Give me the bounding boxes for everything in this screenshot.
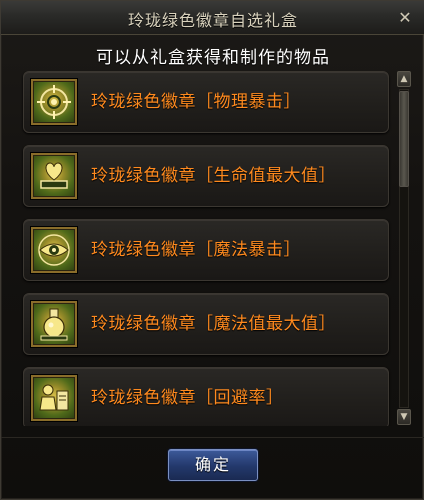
item-label: 玲珑绿色徽章［物理暴击］ bbox=[91, 92, 301, 112]
chevron-down-icon: ▼ bbox=[400, 412, 408, 422]
list-item[interactable]: 玲珑绿色徽章［物理暴击］ bbox=[23, 71, 389, 133]
scroll-up-button[interactable]: ▲ bbox=[397, 71, 411, 87]
confirm-button[interactable]: 确定 bbox=[168, 449, 258, 481]
close-button[interactable]: ✕ bbox=[395, 8, 415, 28]
list-item[interactable]: 玲珑绿色徽章［回避率］ bbox=[23, 367, 389, 426]
list-item[interactable]: 玲珑绿色徽章［魔法值最大值］ bbox=[23, 293, 389, 355]
gift-box-dialog: 玲珑绿色徽章自选礼盒 ✕ 可以从礼盒获得和制作的物品 玲珑绿色徽章［物理暴击］ bbox=[0, 0, 424, 500]
item-label: 玲珑绿色徽章［魔法暴击］ bbox=[91, 240, 301, 260]
figures-icon bbox=[31, 375, 77, 421]
scroll-thumb[interactable] bbox=[399, 91, 409, 187]
eye-icon bbox=[31, 227, 77, 273]
item-label: 玲珑绿色徽章［回避率］ bbox=[91, 388, 284, 408]
divider bbox=[1, 437, 424, 438]
scroll-down-button[interactable]: ▼ bbox=[397, 409, 411, 425]
heart-icon bbox=[31, 153, 77, 199]
chevron-up-icon: ▲ bbox=[400, 74, 408, 84]
scrollbar[interactable]: ▲ ▼ bbox=[395, 71, 413, 426]
potion-icon bbox=[31, 301, 77, 347]
list-item[interactable]: 玲珑绿色徽章［魔法暴击］ bbox=[23, 219, 389, 281]
list-item[interactable]: 玲珑绿色徽章［生命值最大值］ bbox=[23, 145, 389, 207]
item-list: 玲珑绿色徽章［物理暴击］ 玲珑绿色徽章［生命值最大值］ 玲珑绿色徽章［魔法暴击］… bbox=[21, 71, 415, 426]
close-icon: ✕ bbox=[398, 8, 412, 27]
item-label: 玲珑绿色徽章［生命值最大值］ bbox=[91, 166, 336, 186]
crosshair-icon bbox=[31, 79, 77, 125]
title-bar[interactable]: 玲珑绿色徽章自选礼盒 ✕ bbox=[1, 1, 424, 35]
dialog-subtitle: 可以从礼盒获得和制作的物品 bbox=[96, 48, 330, 68]
dialog-title: 玲珑绿色徽章自选礼盒 bbox=[127, 11, 298, 30]
item-label: 玲珑绿色徽章［魔法值最大值］ bbox=[91, 314, 336, 334]
